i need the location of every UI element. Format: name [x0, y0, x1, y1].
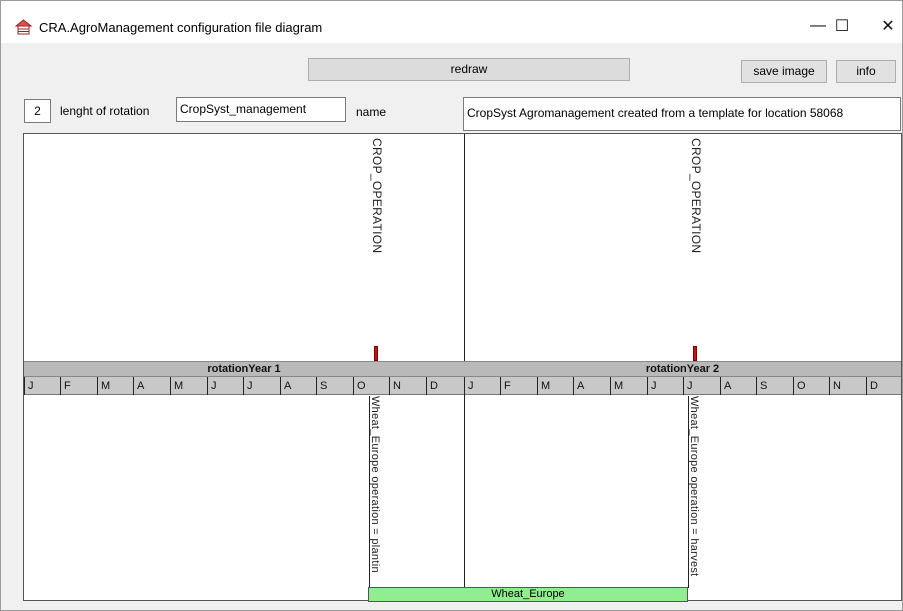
name-label: name — [356, 105, 387, 119]
month-cell: D — [426, 377, 464, 395]
harvest-marker[interactable] — [693, 346, 697, 361]
maximize-button[interactable]: ☐ — [819, 9, 865, 43]
month-cell: J — [683, 377, 720, 395]
month-cell: N — [829, 377, 866, 395]
month-cell: N — [389, 377, 426, 395]
month-cell: J — [464, 377, 500, 395]
month-cell: A — [280, 377, 316, 395]
months-year-1: J F M A M J J A S O N D — [24, 377, 464, 395]
crop-operation-header-year2: CROP_OPERATION — [689, 138, 703, 254]
month-cell: M — [610, 377, 647, 395]
app-window: CRA.AgroManagement configuration file di… — [0, 0, 903, 611]
info-button[interactable]: info — [836, 60, 896, 83]
save-image-button[interactable]: save image — [741, 60, 827, 83]
title-bar: CRA.AgroManagement configuration file di… — [1, 1, 902, 43]
window-title: CRA.AgroManagement configuration file di… — [39, 20, 323, 35]
rotation-year-1-bar: rotationYear 1 — [24, 361, 464, 377]
crop-bar-wheat-europe[interactable]: Wheat_Europe — [368, 587, 688, 602]
month-cell: S — [756, 377, 793, 395]
month-cell: D — [866, 377, 901, 395]
description-input[interactable]: CropSyst Agromanagement created from a t… — [463, 97, 901, 131]
month-cell: O — [353, 377, 389, 395]
months-year-2: J F M A M J J A S O N D — [464, 377, 901, 395]
month-cell: F — [500, 377, 537, 395]
diagram-canvas: CROP_OPERATION CROP_OPERATION rotationYe… — [23, 133, 902, 601]
month-cell: S — [316, 377, 353, 395]
month-cell: O — [793, 377, 829, 395]
month-cell: J — [24, 377, 60, 395]
name-input[interactable]: CropSyst_management — [176, 97, 346, 122]
crop-operation-header-year1: CROP_OPERATION — [370, 138, 384, 254]
sowing-marker[interactable] — [374, 346, 378, 361]
month-cell: F — [60, 377, 97, 395]
rotation-year-2-bar: rotationYear 2 — [464, 361, 901, 377]
rotation-length-input[interactable]: 2 — [24, 99, 51, 123]
close-button[interactable]: ✕ — [865, 9, 903, 43]
harvest-operation-label: Wheat_Europe operation = harvest — [688, 396, 700, 577]
app-icon — [15, 19, 32, 35]
redraw-button[interactable]: redraw — [308, 58, 630, 81]
month-cell: M — [170, 377, 207, 395]
sowing-operation-label: Wheat_Europe operation = plantin — [369, 396, 381, 573]
month-cell: A — [720, 377, 756, 395]
month-cell: M — [537, 377, 573, 395]
month-cell: A — [573, 377, 610, 395]
month-cell: J — [243, 377, 280, 395]
month-cell: A — [133, 377, 170, 395]
month-cell: M — [97, 377, 133, 395]
month-cell: J — [647, 377, 683, 395]
month-cell: J — [207, 377, 243, 395]
rotation-length-label: lenght of rotation — [60, 104, 150, 118]
